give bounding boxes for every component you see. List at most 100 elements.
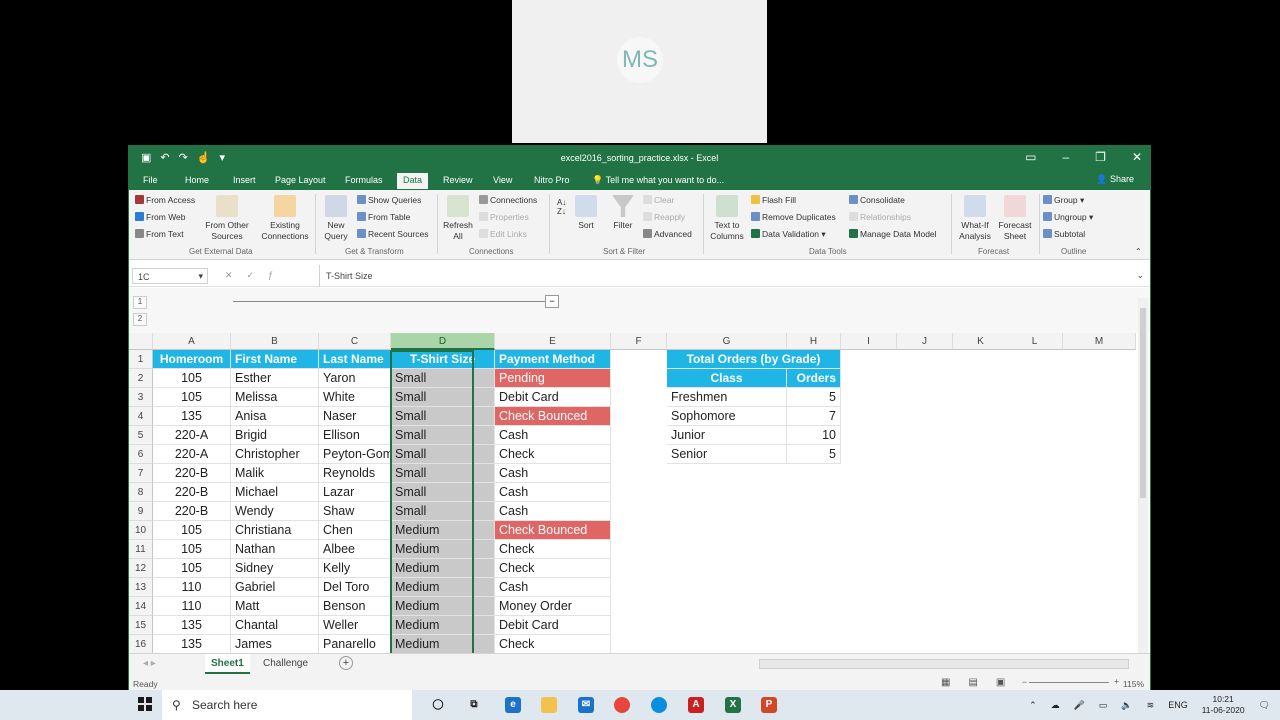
- tab-view[interactable]: View: [493, 175, 512, 185]
- row-header[interactable]: 9: [129, 502, 153, 521]
- cell-e[interactable]: Debit Card: [495, 388, 611, 407]
- tab-nitro-pro[interactable]: Nitro Pro: [534, 175, 570, 185]
- cell-c[interactable]: Lazar: [319, 483, 391, 502]
- column-header-b[interactable]: B: [231, 333, 319, 350]
- cell-b[interactable]: Esther: [231, 369, 319, 388]
- sheet-nav-arrows[interactable]: ◂ ▸: [143, 658, 156, 669]
- summary-orders-cell[interactable]: 5: [787, 388, 841, 407]
- clock[interactable]: 10:21 11-06-2020: [1202, 694, 1245, 716]
- chrome-icon[interactable]: [614, 697, 630, 713]
- app-icon[interactable]: [651, 697, 667, 713]
- wifi-icon[interactable]: ≋: [1147, 700, 1155, 711]
- cell-c[interactable]: White: [319, 388, 391, 407]
- cell-a[interactable]: 135: [153, 635, 231, 653]
- cell-a[interactable]: 105: [153, 369, 231, 388]
- row-header[interactable]: 10: [129, 521, 153, 540]
- cell-e[interactable]: Money Order: [495, 597, 611, 616]
- row-header[interactable]: 16: [129, 635, 153, 653]
- tab-insert[interactable]: Insert: [233, 175, 256, 185]
- cell-a[interactable]: 135: [153, 616, 231, 635]
- cell-e[interactable]: Cash: [495, 483, 611, 502]
- row-header[interactable]: 12: [129, 559, 153, 578]
- consolidate-button[interactable]: Consolidate: [849, 195, 905, 205]
- row-header[interactable]: 7: [129, 464, 153, 483]
- battery-icon[interactable]: ▭: [1099, 700, 1108, 711]
- zoom-out-icon[interactable]: −: [1022, 677, 1027, 687]
- recent-sources-button[interactable]: Recent Sources: [357, 229, 428, 239]
- cell-b[interactable]: Malik: [231, 464, 319, 483]
- forecast-sheet-button[interactable]: Forecast Sheet: [995, 195, 1035, 242]
- cell-b[interactable]: Brigid: [231, 426, 319, 445]
- cell-c[interactable]: Peyton-Gomez: [319, 445, 406, 464]
- from-text-button[interactable]: From Text: [135, 229, 184, 239]
- tab-data[interactable]: Data: [397, 173, 429, 189]
- enter-icon[interactable]: ✓: [247, 270, 269, 280]
- column-header-m[interactable]: M: [1063, 333, 1136, 350]
- header-cell-a[interactable]: Homeroom: [153, 350, 231, 369]
- cell-b[interactable]: Matt: [231, 597, 319, 616]
- cell-c[interactable]: Reynolds: [319, 464, 391, 483]
- data-validation-button[interactable]: Data Validation ▾: [751, 229, 826, 240]
- clear-button[interactable]: Clear: [643, 195, 674, 205]
- cancel-icon[interactable]: ✕: [225, 270, 247, 280]
- cell-a[interactable]: 135: [153, 407, 231, 426]
- taskbar-search[interactable]: ⚲ Search here: [162, 690, 412, 720]
- cortana-icon[interactable]: ◯: [430, 697, 446, 713]
- column-header-c[interactable]: C: [319, 333, 391, 350]
- collapse-group-button[interactable]: −: [545, 295, 559, 308]
- summary-class-cell[interactable]: Sophomore: [667, 407, 787, 426]
- cell-c[interactable]: Ellison: [319, 426, 391, 445]
- row-header[interactable]: 13: [129, 578, 153, 597]
- cell-e[interactable]: Check Bounced: [495, 407, 611, 426]
- cell-b[interactable]: James: [231, 635, 319, 653]
- from-other-sources-button[interactable]: From Other Sources: [201, 195, 253, 242]
- cell-c[interactable]: Panarello: [319, 635, 391, 653]
- edge-icon[interactable]: e: [505, 697, 521, 713]
- chevron-up-icon[interactable]: ⌃: [1029, 700, 1037, 711]
- page-break-view-icon[interactable]: ▣: [996, 677, 1005, 688]
- microphone-icon[interactable]: 🎤: [1074, 700, 1085, 711]
- properties-button[interactable]: Properties: [479, 212, 529, 222]
- acrobat-icon[interactable]: A: [688, 697, 704, 713]
- cell-b[interactable]: Wendy: [231, 502, 319, 521]
- tab-page-layout[interactable]: Page Layout: [275, 175, 326, 185]
- select-all-corner[interactable]: [129, 333, 153, 350]
- excel-icon[interactable]: X: [725, 697, 741, 713]
- reapply-button[interactable]: Reapply: [643, 212, 685, 222]
- relationships-button[interactable]: Relationships: [849, 212, 911, 222]
- summary-class-cell[interactable]: Senior: [667, 445, 787, 464]
- cell-a[interactable]: 220-B: [153, 483, 231, 502]
- column-header-f[interactable]: F: [611, 333, 667, 350]
- edit-links-button[interactable]: Edit Links: [479, 229, 527, 239]
- horizontal-scrollbar[interactable]: [759, 659, 1129, 669]
- zoom-slider[interactable]: [1029, 682, 1109, 683]
- column-header-e[interactable]: E: [495, 333, 611, 350]
- from-web-button[interactable]: From Web: [135, 212, 186, 222]
- cell-b[interactable]: Sidney: [231, 559, 319, 578]
- formula-input[interactable]: T-Shirt Size ⌄: [319, 265, 1150, 287]
- existing-connections-button[interactable]: Existing Connections: [259, 195, 311, 242]
- cell-b[interactable]: Nathan: [231, 540, 319, 559]
- cell-a[interactable]: 220-B: [153, 502, 231, 521]
- task-view-icon[interactable]: ⧉: [466, 697, 482, 713]
- cell-b[interactable]: Melissa: [231, 388, 319, 407]
- cell-b[interactable]: Christiana: [231, 521, 319, 540]
- normal-view-icon[interactable]: ▦: [941, 677, 950, 688]
- advanced-button[interactable]: Advanced: [643, 229, 692, 239]
- tab-review[interactable]: Review: [443, 175, 473, 185]
- summary-orders-cell[interactable]: 5: [787, 445, 841, 464]
- row-header[interactable]: 3: [129, 388, 153, 407]
- ungroup-button[interactable]: Ungroup ▾: [1043, 212, 1093, 223]
- windows-start-icon[interactable]: [138, 697, 152, 711]
- cell-e[interactable]: Check Bounced: [495, 521, 611, 540]
- cell-b[interactable]: Chantal: [231, 616, 319, 635]
- cell-a[interactable]: 105: [153, 540, 231, 559]
- group-button[interactable]: Group ▾: [1043, 195, 1084, 206]
- row-header[interactable]: 1: [129, 350, 153, 369]
- powerpoint-icon[interactable]: P: [761, 697, 777, 713]
- summary-orders-cell[interactable]: 10: [787, 426, 841, 445]
- notification-icon[interactable]: 🗨: [1259, 700, 1270, 711]
- name-box[interactable]: 1C ▾: [132, 268, 208, 284]
- cell-a[interactable]: 220-A: [153, 445, 231, 464]
- what-if-button[interactable]: What-If Analysis: [955, 195, 995, 242]
